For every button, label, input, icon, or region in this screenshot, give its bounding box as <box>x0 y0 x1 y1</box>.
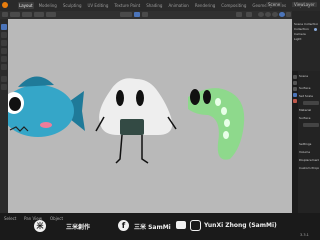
blender-logo-icon[interactable] <box>2 2 8 8</box>
youtube-icon <box>176 221 186 229</box>
outliner-item[interactable]: Scene Collection <box>294 22 318 26</box>
sammi-logo-icon: 米 <box>34 220 46 232</box>
properties-row: Set Scale <box>299 94 313 98</box>
properties-row: Surface <box>299 86 311 90</box>
select-tool-icon[interactable] <box>1 24 7 30</box>
tab-sculpting[interactable]: Sculpting <box>62 2 83 9</box>
view-menu-button[interactable] <box>10 12 20 17</box>
snap-toggle[interactable] <box>134 12 140 17</box>
transform-orientation-button[interactable] <box>120 12 132 17</box>
tab-modeling[interactable]: Modeling <box>38 2 58 9</box>
onigiri-character[interactable] <box>95 78 177 164</box>
cursor-tool-icon[interactable] <box>1 32 7 38</box>
properties-row: Displacement <box>299 158 319 162</box>
transform-tool-icon[interactable] <box>1 64 7 70</box>
watermark-brand: 三米 SamMi <box>134 224 171 231</box>
blender-version: 3.3.1 <box>300 233 309 237</box>
view-layer-selector[interactable]: ViewLayer <box>292 2 317 7</box>
properties-field[interactable] <box>303 123 319 127</box>
tab-layout[interactable]: Layout <box>18 2 34 9</box>
outliner-item[interactable]: Light <box>294 37 318 41</box>
modifier-properties-icon[interactable] <box>293 93 297 97</box>
scene-selector[interactable]: Scene <box>266 2 283 7</box>
viewport-scene <box>8 76 245 164</box>
watermark-author: YunXi Zhong (SamMi) <box>204 222 277 229</box>
tab-uv-editing[interactable]: UV Editing <box>87 2 110 9</box>
3d-viewport[interactable] <box>8 19 292 213</box>
outliner-eye-icon[interactable] <box>314 28 317 31</box>
outliner-item[interactable]: Camera <box>294 32 318 36</box>
properties-row: Settings <box>299 142 312 146</box>
xray-toggle[interactable] <box>246 12 252 17</box>
scene-name: Scene <box>268 2 281 7</box>
overlays-button[interactable] <box>236 12 242 17</box>
measure-tool-icon[interactable] <box>1 84 7 90</box>
status-hint-select: Select <box>4 216 17 221</box>
properties-row: Custom Props <box>299 166 319 170</box>
properties-row: Material <box>299 108 312 112</box>
tab-rendering[interactable]: Rendering <box>194 2 216 9</box>
tab-shading[interactable]: Shading <box>145 2 163 9</box>
object-properties-icon[interactable] <box>293 87 297 91</box>
tab-compositing[interactable]: Compositing <box>220 2 247 9</box>
viewport-shading-icon[interactable] <box>279 12 285 17</box>
proportional-edit-toggle[interactable] <box>142 12 148 17</box>
fish-character[interactable] <box>8 76 85 137</box>
instagram-icon <box>190 220 201 231</box>
move-tool-icon[interactable] <box>1 40 7 46</box>
annotate-tool-icon[interactable] <box>1 76 7 82</box>
view-layer-name: ViewLayer <box>294 2 315 7</box>
caterpillar-character[interactable] <box>188 88 245 160</box>
select-menu-button[interactable] <box>22 12 32 17</box>
add-menu-button[interactable] <box>34 12 44 17</box>
render-properties-icon[interactable] <box>293 75 297 79</box>
scale-tool-icon[interactable] <box>1 56 7 62</box>
shading-wireframe-icon[interactable] <box>258 12 264 17</box>
rotate-tool-icon[interactable] <box>1 48 7 54</box>
properties-row: Volume <box>299 150 311 154</box>
outliner-panel <box>292 11 320 71</box>
material-properties-icon[interactable] <box>293 99 297 103</box>
editor-type-button[interactable] <box>2 12 8 17</box>
watermark-studio: 三米創作 <box>66 224 91 231</box>
shading-options-button[interactable] <box>286 12 291 17</box>
properties-row: Surface <box>299 116 311 120</box>
object-menu-button[interactable] <box>46 12 56 17</box>
tab-animation[interactable]: Animation <box>167 2 189 9</box>
properties-header: Scene <box>299 74 309 78</box>
properties-field[interactable] <box>303 101 319 105</box>
shading-material-icon[interactable] <box>272 12 278 17</box>
tab-texture-paint[interactable]: Texture Paint <box>113 2 141 9</box>
shading-solid-icon[interactable] <box>265 12 271 17</box>
output-properties-icon[interactable] <box>293 81 297 85</box>
facebook-icon: f <box>118 220 129 231</box>
status-hint-object: Object <box>50 216 64 221</box>
